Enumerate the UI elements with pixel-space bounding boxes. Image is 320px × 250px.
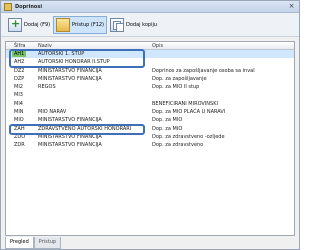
cell-opis: Dop. za zapošljavanje (152, 75, 207, 82)
cell-naziv: MINISTARSTVO FINANCIJA (38, 75, 102, 82)
bottom-tabs: Pregled Pristup (5, 237, 62, 249)
cell-sifra: MI3 (14, 92, 23, 99)
doprinosi-window: Doprinosi × Dodaj (F9) Pristup (F12) Dod… (0, 0, 300, 250)
cell-naziv: MINISTARSTVO FINANCIJA (38, 67, 102, 74)
tab-pristup[interactable]: Pristup (33, 237, 62, 249)
cell-opis: Doprinos za zapošljavanje osoba sa inval (152, 67, 255, 74)
close-icon[interactable]: × (287, 3, 296, 11)
doprinosi-grid[interactable]: Šifra Naziv Opis AH1 AUTORSKI 1. STUP AH… (5, 41, 295, 236)
cell-opis: BENEFICIRANI MIROVINSKI (152, 100, 218, 107)
app-icon (4, 3, 12, 11)
cell-opis: Dop. za zdravstveno (152, 142, 204, 149)
window-title: Doprinosi (15, 4, 43, 10)
browse-button-label: Pristup (F12) (72, 22, 105, 28)
copy-icon (110, 18, 124, 32)
table-row[interactable]: MI4 BENEFICIRANI MIROVINSKI (6, 100, 294, 108)
cell-opis: Dop. za MIO (152, 125, 183, 132)
copy-button[interactable]: Dodaj kopiju (107, 16, 160, 34)
cell-sifra: MIN (14, 109, 24, 116)
table-row[interactable]: MIN MIO NARAV Dop. za MIO PLAĆA U NARAVI (6, 108, 294, 116)
add-button[interactable]: Dodaj (F9) (5, 16, 53, 34)
table-row[interactable]: DZP MINISTARSTVO FINANCIJA Dop. za zapoš… (6, 75, 294, 83)
highlight-box-zdravstveno (9, 124, 145, 135)
cell-naziv: REGOS (38, 84, 56, 91)
cell-sifra: DZP (14, 75, 25, 82)
table-row[interactable]: MI2 REGOS Dop. za MIO II stup (6, 83, 294, 91)
cell-sifra: ZDR (14, 142, 25, 149)
column-header-opis[interactable]: Opis (152, 43, 163, 49)
toolbar: Dodaj (F9) Pristup (F12) Dodaj kopiju (1, 13, 299, 37)
title-bar: Doprinosi × (1, 1, 299, 13)
cell-naziv: MINISTARSTVO FINANCIJA (38, 142, 102, 149)
browse-button[interactable]: Pristup (F12) (53, 16, 108, 34)
cell-sifra: MI2 (14, 84, 23, 91)
cell-sifra: DZ2 (14, 67, 25, 74)
cell-opis: Dop. za zdravstveno -ozljede (152, 133, 225, 140)
cell-naziv: MIO NARAV (38, 109, 67, 116)
highlight-box-autorski (9, 49, 145, 68)
cell-sifra: MI4 (14, 100, 23, 107)
copy-button-label: Dodaj kopiju (126, 22, 158, 28)
add-icon (8, 17, 22, 32)
cell-sifra: MIO (14, 117, 24, 124)
cell-opis: Dop. za MIO PLAĆA U NARAVI (152, 109, 226, 116)
table-row[interactable]: MI3 (6, 91, 294, 99)
cell-opis: Dop. za MIO II stup (152, 84, 200, 91)
add-button-label: Dodaj (F9) (24, 22, 51, 28)
cell-naziv: MINISTARSTVO FINANCIJA (38, 117, 102, 124)
cell-opis: Dop. za MIO (152, 117, 183, 124)
tab-pregled[interactable]: Pregled (5, 237, 34, 249)
table-row[interactable]: ZDR MINISTARSTVO FINANCIJA Dop. za zdrav… (6, 141, 294, 149)
folder-icon (56, 18, 70, 32)
